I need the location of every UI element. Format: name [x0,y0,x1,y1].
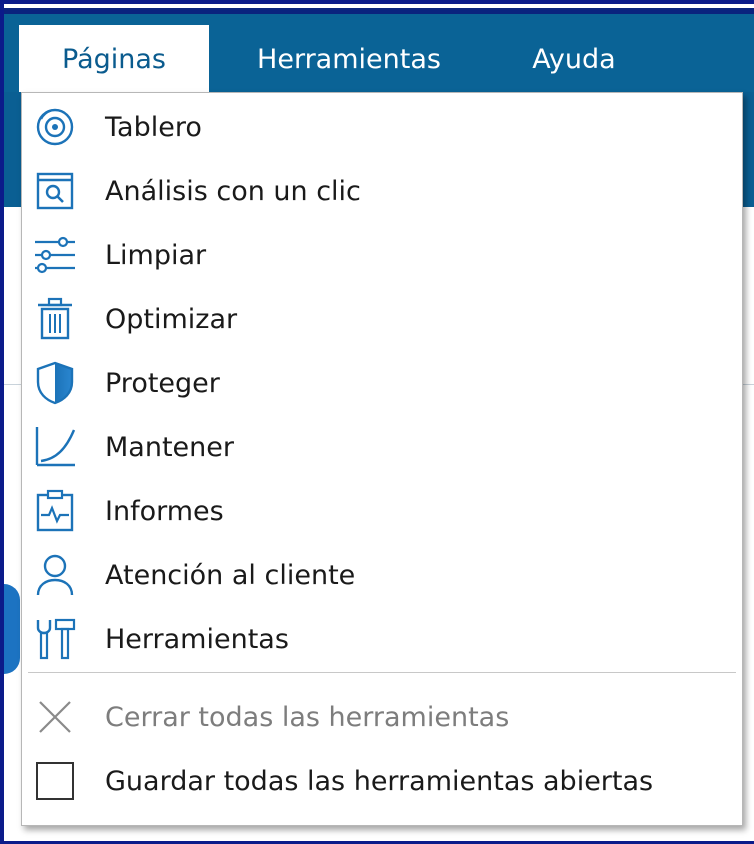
checkbox-icon[interactable] [30,756,80,806]
scan-icon [30,166,80,216]
menu-item-label: Mantener [105,431,234,463]
menu-item-optimizar[interactable]: Optimizar [22,287,742,351]
menu-item-label: Cerrar todas las herramientas [105,701,510,733]
paginas-dropdown-menu: Tablero Análisis con un clic Limpiar Opt… [21,92,743,826]
person-icon [30,550,80,600]
close-icon [30,692,80,742]
menu-item-guardar-todas[interactable]: Guardar todas las herramientas abiertas [22,749,742,813]
app-window: Páginas Herramientas Ayuda Tablero Análi… [0,0,754,844]
menu-item-analisis[interactable]: Análisis con un clic [22,159,742,223]
menu-tab-herramientas[interactable]: Herramientas [234,25,464,93]
menu-tab-ayuda[interactable]: Ayuda [504,25,644,93]
tools-icon [30,614,80,664]
menu-item-atencion-cliente[interactable]: Atención al cliente [22,543,742,607]
menu-item-label: Tablero [105,111,202,143]
menu-item-tablero[interactable]: Tablero [22,95,742,159]
background-graphic [4,584,20,674]
menu-item-mantener[interactable]: Mantener [22,415,742,479]
menubar: Páginas Herramientas Ayuda [4,8,754,93]
menu-item-proteger[interactable]: Proteger [22,351,742,415]
trash-icon [30,294,80,344]
menu-tab-paginas[interactable]: Páginas [19,25,209,93]
dashboard-icon [30,102,80,152]
menubar-top-edge [4,8,754,14]
menu-item-label: Análisis con un clic [105,175,361,207]
menu-item-label: Guardar todas las herramientas abiertas [105,765,654,797]
shield-icon [30,358,80,408]
menu-item-cerrar-todas[interactable]: Cerrar todas las herramientas [22,685,742,749]
menu-separator [28,672,736,673]
menu-item-informes[interactable]: Informes [22,479,742,543]
menu-item-label: Atención al cliente [105,559,356,591]
menu-item-limpiar[interactable]: Limpiar [22,223,742,287]
menu-item-label: Limpiar [105,239,207,271]
chart-curve-icon [30,422,80,472]
report-icon [30,486,80,536]
menu-item-label: Proteger [105,367,220,399]
menu-item-label: Herramientas [105,623,289,655]
menu-item-herramientas[interactable]: Herramientas [22,607,742,671]
menu-item-label: Optimizar [105,303,238,335]
menu-item-label: Informes [105,495,224,527]
sliders-icon [30,230,80,280]
